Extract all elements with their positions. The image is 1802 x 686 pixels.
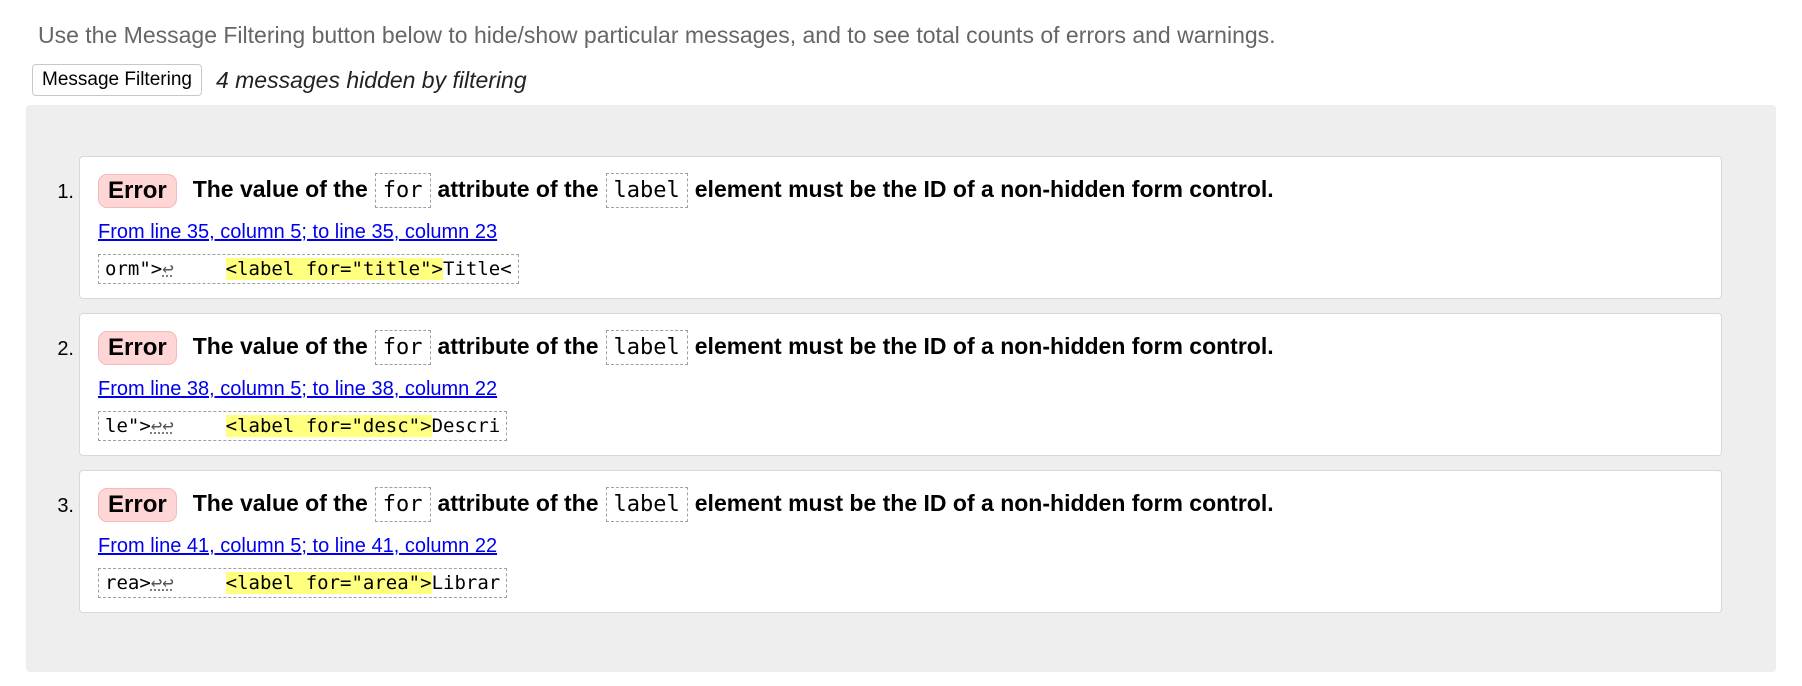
- message-text: The value of the for attribute of the label…: [193, 173, 1274, 208]
- code-token: label: [605, 487, 688, 522]
- message-text-part: The value of the: [192, 176, 368, 202]
- code-extract: rea> ↩↩ <label for="area"> Librar: [98, 568, 508, 598]
- message-number: 2.: [57, 338, 74, 360]
- location-link[interactable]: From line 41, column 5; to line 41, colu…: [98, 535, 497, 558]
- message-text-part: element must be the ID of a non-hidden f…: [694, 333, 1274, 359]
- error-badge: Error: [98, 487, 177, 522]
- code-token: for: [374, 487, 431, 522]
- message-number: 3.: [57, 495, 74, 517]
- filter-status: 4 messages hidden by filtering: [215, 66, 527, 93]
- line-break-icon: ↩: [162, 258, 174, 280]
- extract-after: Librar: [431, 572, 501, 594]
- extract-highlight: <label for="desc">: [225, 415, 432, 437]
- extract-after: Descri: [431, 415, 501, 437]
- extract-highlight: <label for="title">: [225, 258, 443, 280]
- filter-row: Message Filtering 4 messages hidden by f…: [32, 64, 527, 96]
- message-text-part: attribute of the: [437, 490, 599, 516]
- line-break-icon: ↩↩: [150, 415, 174, 437]
- message-filtering-button[interactable]: Message Filtering: [32, 64, 202, 96]
- message-text-part: The value of the: [192, 333, 368, 359]
- extract-before: rea>: [105, 572, 151, 594]
- message-heading: Error The value of the for attribute of th…: [98, 330, 1274, 365]
- results-panel: 1. Error The value of the for attribute of…: [26, 105, 1776, 672]
- message-heading: Error The value of the for attribute of th…: [98, 487, 1274, 522]
- error-badge: Error: [98, 173, 177, 208]
- message-text-part: element must be the ID of a non-hidden f…: [694, 176, 1274, 202]
- extract-before: orm">: [105, 258, 163, 280]
- line-break-icon: ↩↩: [150, 572, 174, 594]
- message-item: 3. Error The value of the for attribute of…: [57, 470, 1722, 613]
- code-extract: le"> ↩↩ <label for="desc"> Descri: [98, 411, 508, 441]
- code-extract: orm"> ↩ <label for="title"> Title<: [98, 254, 519, 284]
- message-text: The value of the for attribute of the label…: [193, 330, 1274, 365]
- message-text-part: attribute of the: [437, 333, 599, 359]
- location-link[interactable]: From line 35, column 5; to line 35, colu…: [98, 221, 497, 244]
- message-text-part: element must be the ID of a non-hidden f…: [694, 490, 1274, 516]
- location-link[interactable]: From line 38, column 5; to line 38, colu…: [98, 378, 497, 401]
- code-token: for: [374, 173, 431, 208]
- intro-text: Use the Message Filtering button below t…: [38, 22, 1276, 48]
- extract-highlight: <label for="area">: [225, 572, 432, 594]
- message-heading: Error The value of the for attribute of th…: [98, 173, 1274, 208]
- message-item: 2. Error The value of the for attribute of…: [57, 313, 1722, 456]
- error-badge: Error: [98, 330, 177, 365]
- message-number: 1.: [57, 181, 74, 203]
- message-text-part: attribute of the: [437, 176, 599, 202]
- extract-before: le">: [105, 415, 151, 437]
- message-text: The value of the for attribute of the label…: [193, 487, 1274, 522]
- code-token: label: [605, 173, 688, 208]
- message-item: 1. Error The value of the for attribute of…: [57, 156, 1722, 299]
- code-token: for: [374, 330, 431, 365]
- extract-after: Title<: [443, 258, 512, 280]
- message-text-part: The value of the: [192, 490, 368, 516]
- code-token: label: [605, 330, 688, 365]
